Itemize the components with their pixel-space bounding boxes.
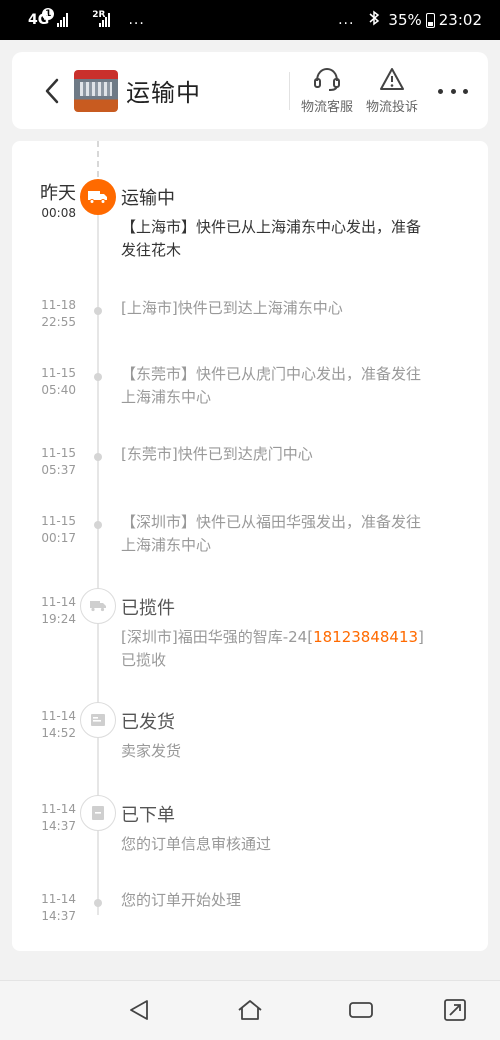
pickup-status-icon (80, 588, 116, 624)
nav-screenshot-button[interactable] (440, 995, 470, 1025)
pickup-text: [深圳市]福田华强的智库-24[ (121, 628, 314, 646)
complaint-label: 物流投诉 (365, 100, 418, 115)
ordered-status: 已下单 (121, 805, 175, 826)
nav-recents-button[interactable] (346, 995, 376, 1025)
truck-icon (88, 191, 107, 204)
network-type: 4G (28, 12, 50, 28)
document-icon (92, 806, 104, 820)
signal-icon (57, 13, 69, 27)
recents-icon (349, 1002, 373, 1018)
home-icon (238, 1000, 262, 1020)
current-day: 昨天 (40, 183, 76, 204)
event-day: 11-14 (41, 892, 76, 906)
signal-icon-2 (99, 13, 111, 27)
shipped-detail: 卖家发货 (121, 742, 182, 760)
event-date: 11-18 22:55 (41, 297, 76, 331)
event-time: 22:55 (41, 315, 76, 329)
nav-home-button[interactable] (235, 995, 265, 1025)
expand-icon (444, 999, 466, 1021)
battery-icon (425, 12, 435, 28)
event-day: 11-14 (41, 709, 76, 723)
header-bar: 运输中 物流客服 物流投诉 (12, 52, 488, 129)
event-day: 11-15 (41, 514, 76, 528)
event-time: 05:40 (41, 383, 76, 397)
timeline-dot (94, 307, 102, 315)
triangle-back-icon (130, 1000, 148, 1020)
status-bar: 4G 1 2R ... ... 35% 23:02 (0, 0, 500, 40)
shipped-status-icon (80, 702, 116, 738)
event-day: 11-18 (41, 298, 76, 312)
event-day: 11-15 (41, 446, 76, 460)
bluetooth-icon (368, 10, 380, 30)
truck-status-icon (80, 179, 116, 215)
shop-logo (74, 69, 118, 112)
more-dot-icon (463, 88, 468, 94)
event-time: 19:24 (41, 612, 76, 626)
current-detail: 【上海市】快件已从上海浦东中心发出，准备发往花木 (121, 218, 422, 259)
event-detail: [东莞市]快件已到达虎门中心 (121, 445, 313, 463)
clock: 23:02 (438, 11, 482, 29)
system-nav-bar (0, 980, 500, 1040)
customer-service-button[interactable]: 物流客服 (297, 66, 357, 115)
current-time: 00:08 (41, 206, 76, 220)
timeline-dot (94, 453, 102, 461)
event-detail: 【深圳市】快件已从福田华强发出，准备发往上海浦东中心 (121, 513, 422, 554)
package-icon (91, 714, 105, 726)
warning-icon (379, 66, 405, 92)
more-status-dots: ... (338, 12, 355, 28)
event-date: 11-14 14:52 (41, 708, 76, 742)
complaint-button[interactable]: 物流投诉 (362, 66, 422, 115)
more-dot-icon (438, 88, 443, 94)
timeline-dot (94, 521, 102, 529)
event-date: 11-14 14:37 (41, 801, 76, 835)
page-title: 运输中 (126, 79, 201, 107)
timeline-dot (94, 373, 102, 381)
event-date: 11-14 14:37 (41, 891, 76, 925)
header-divider (289, 72, 290, 110)
timeline-date: 昨天 00:08 (40, 183, 76, 222)
event-time: 05:37 (41, 463, 76, 477)
event-detail: 【东莞市】快件已从虎门中心发出，准备发往上海浦东中心 (121, 365, 422, 406)
pickup-text-end: ] (418, 628, 424, 646)
truck-outline-icon (90, 601, 106, 612)
event-detail: [上海市]快件已到达上海浦东中心 (121, 299, 343, 317)
pickup-status: 已揽件 (121, 598, 175, 619)
timeline-dot (94, 899, 102, 907)
pickup-detail: [深圳市]福田华强的智库-24[18123848413] 已揽收 (121, 626, 441, 672)
timeline-dashed-line (97, 141, 99, 177)
event-time: 00:17 (41, 531, 76, 545)
ordered-status-icon (80, 795, 116, 831)
back-button[interactable] (32, 61, 72, 121)
event-date: 11-15 00:17 (41, 513, 76, 547)
shipped-status: 已发货 (121, 712, 175, 733)
chevron-left-icon (45, 78, 59, 103)
battery-percent: 35% (388, 11, 422, 29)
more-dot-icon (450, 88, 456, 94)
event-date: 11-15 05:40 (41, 365, 76, 399)
more-button[interactable] (438, 78, 468, 104)
event-day: 11-15 (41, 366, 76, 380)
processing-detail: 您的订单开始处理 (121, 891, 242, 909)
event-day: 11-14 (41, 595, 76, 609)
event-time: 14:37 (41, 819, 76, 833)
headset-icon (312, 66, 342, 92)
pickup-text-line2: 已揽收 (121, 651, 167, 669)
customer-service-label: 物流客服 (300, 100, 353, 115)
logistics-timeline: 昨天 00:08 运输中 【上海市】快件已从上海浦东中心发出，准备发往花木 11… (12, 141, 488, 951)
event-time: 14:52 (41, 726, 76, 740)
courier-phone-link[interactable]: 18123848413 (313, 628, 418, 646)
nav-back-button[interactable] (124, 995, 154, 1025)
notification-dots: ... (128, 12, 145, 28)
event-date: 11-14 19:24 (41, 594, 76, 628)
event-date: 11-15 05:37 (41, 445, 76, 479)
current-status: 运输中 (121, 188, 175, 209)
event-day: 11-14 (41, 802, 76, 816)
ordered-detail: 您的订单信息审核通过 (121, 835, 272, 853)
event-time: 14:37 (41, 909, 76, 923)
